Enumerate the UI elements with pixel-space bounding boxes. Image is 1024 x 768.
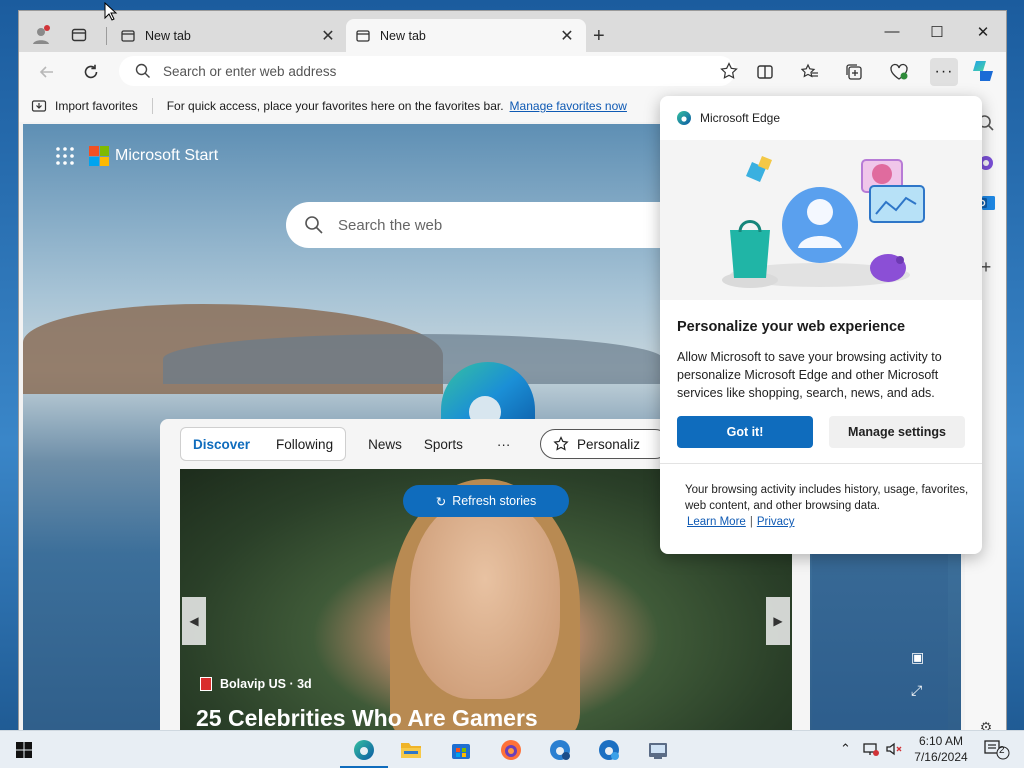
- tab-news[interactable]: News: [368, 437, 402, 452]
- tab-title: New tab: [380, 28, 426, 43]
- edge-window: New tab ✕ New tab ✕ + — ☐ ✕ Search or en…: [18, 10, 1007, 738]
- system-clock[interactable]: 6:10 AM 7/16/2024: [906, 733, 976, 765]
- dialog-header: Microsoft Edge: [660, 96, 982, 140]
- network-icon[interactable]: [862, 741, 880, 760]
- personalize-star-icon: [553, 436, 569, 451]
- feed-segment: Discover Following: [180, 427, 347, 461]
- start-windows-icon[interactable]: [11, 737, 37, 763]
- newtab-page-icon: [356, 29, 370, 42]
- refresh-icon[interactable]: [79, 60, 103, 84]
- tab-separator: [106, 27, 107, 45]
- clock-time: 6:10 AM: [918, 734, 964, 748]
- import-favorites-label: Import favorites: [55, 99, 138, 113]
- story-source: Bolavip US · 3d: [200, 677, 312, 691]
- dialog-body: Allow Microsoft to save your browsing ac…: [677, 350, 942, 400]
- background-image-icon[interactable]: ▣: [911, 649, 927, 665]
- address-bar[interactable]: [119, 56, 738, 86]
- app-launcher-icon[interactable]: [55, 146, 75, 166]
- personalize-illustration: [660, 140, 982, 300]
- tab-following[interactable]: Following: [276, 437, 333, 452]
- edge-logo-icon: [677, 111, 691, 125]
- search-icon: [135, 63, 150, 78]
- refresh-stories-button[interactable]: ↻ Refresh stories: [403, 485, 569, 517]
- story-source-label: Bolavip US · 3d: [220, 677, 312, 691]
- back-arrow-icon[interactable]: [35, 60, 59, 84]
- tab-title: New tab: [145, 28, 191, 43]
- expand-icon[interactable]: ⤢: [911, 682, 927, 698]
- dialog-separator: [660, 463, 982, 464]
- feed-more-button[interactable]: ···: [497, 437, 511, 452]
- copilot-icon[interactable]: [970, 58, 996, 84]
- taskbar: ⌃ 6:10 AM 7/16/2024 2: [0, 730, 1024, 768]
- source-logo-icon: [200, 677, 212, 691]
- maximize-icon[interactable]: ☐: [927, 23, 947, 41]
- minimize-icon[interactable]: —: [882, 23, 902, 40]
- tab-actions-icon[interactable]: [67, 23, 91, 47]
- search-icon: [305, 216, 323, 234]
- favorites-hint: For quick access, place your favorites h…: [166, 99, 504, 113]
- tray-overflow-icon[interactable]: ⌃: [840, 741, 851, 757]
- link-separator: |: [749, 516, 753, 528]
- story-image: [410, 499, 560, 699]
- notification-count: 2: [999, 745, 1005, 756]
- taskbar-app-icon[interactable]: [645, 737, 671, 763]
- web-search-input[interactable]: [338, 216, 537, 234]
- feed-tabs: Discover Following News Sports ···: [180, 427, 510, 461]
- story-headline[interactable]: 25 Celebrities Who Are Gamers: [196, 705, 538, 732]
- personalize-button[interactable]: Personaliz: [540, 429, 670, 459]
- import-folder-icon: [31, 100, 47, 112]
- taskbar-firefox-icon[interactable]: [498, 737, 524, 763]
- split-screen-icon[interactable]: [753, 60, 777, 84]
- personalize-label: Personaliz: [577, 436, 641, 452]
- refresh-icon: ↻: [435, 494, 447, 509]
- manage-settings-button[interactable]: Manage settings: [829, 416, 965, 448]
- favorites-icon[interactable]: [798, 60, 822, 84]
- tab-newtab-2[interactable]: New tab ✕: [346, 19, 586, 52]
- browser-essentials-icon[interactable]: [887, 60, 911, 84]
- address-input[interactable]: [163, 63, 663, 79]
- tab-close-icon[interactable]: ✕: [558, 26, 576, 46]
- taskbar-file-explorer-icon[interactable]: [398, 737, 424, 763]
- story-prev-arrow-icon[interactable]: ◀: [182, 597, 206, 645]
- favorite-star-icon[interactable]: [720, 62, 738, 80]
- clock-date: 7/16/2024: [914, 750, 968, 764]
- new-tab-button[interactable]: +: [593, 25, 605, 48]
- brand-label: Microsoft Start: [115, 147, 219, 164]
- microsoft-logo-icon: [89, 146, 109, 166]
- close-window-icon[interactable]: ✕: [973, 23, 993, 41]
- mouse-cursor-icon: [104, 2, 118, 21]
- tab-close-icon[interactable]: ✕: [319, 26, 337, 46]
- story-next-arrow-icon[interactable]: ▶: [766, 597, 790, 645]
- personalize-dialog: Microsoft Edge Personalize your web expe…: [660, 96, 982, 554]
- favorites-separator: [151, 98, 153, 114]
- web-search-box[interactable]: [286, 202, 686, 248]
- tab-sports[interactable]: Sports: [424, 437, 463, 452]
- taskbar-edge-icon[interactable]: [351, 737, 377, 763]
- manage-favorites-link[interactable]: Manage favorites now: [510, 99, 627, 113]
- privacy-link[interactable]: Privacy: [757, 516, 795, 528]
- profile-icon[interactable]: [29, 23, 53, 47]
- dialog-note: Your browsing activity includes history,…: [685, 484, 969, 512]
- refresh-label: Refresh stories: [452, 494, 537, 508]
- dialog-links: Learn More | Privacy: [687, 516, 795, 528]
- volume-muted-icon[interactable]: [885, 741, 903, 760]
- collections-icon[interactable]: [842, 60, 866, 84]
- learn-more-link[interactable]: Learn More: [687, 516, 746, 528]
- dialog-app-name: Microsoft Edge: [700, 111, 781, 125]
- toolbar: ···: [19, 52, 1006, 90]
- background-hill: [163, 334, 663, 384]
- tab-newtab-1[interactable]: New tab ✕: [111, 19, 347, 52]
- newtab-page-icon: [121, 29, 135, 42]
- tab-discover[interactable]: Discover: [193, 437, 250, 452]
- microsoft-start-header: Microsoft Start: [55, 146, 218, 166]
- taskbar-edge-beta-icon[interactable]: [547, 737, 573, 763]
- dialog-title: Personalize your web experience: [677, 319, 906, 335]
- got-it-button[interactable]: Got it!: [677, 416, 813, 448]
- tab-strip: New tab ✕ New tab ✕ + — ☐ ✕: [19, 11, 1006, 52]
- import-favorites-button[interactable]: Import favorites: [31, 98, 138, 114]
- taskbar-store-icon[interactable]: [448, 737, 474, 763]
- notification-center-icon[interactable]: 2: [983, 739, 1011, 764]
- settings-more-icon[interactable]: ···: [930, 58, 958, 86]
- taskbar-edge-dev-icon[interactable]: [596, 737, 622, 763]
